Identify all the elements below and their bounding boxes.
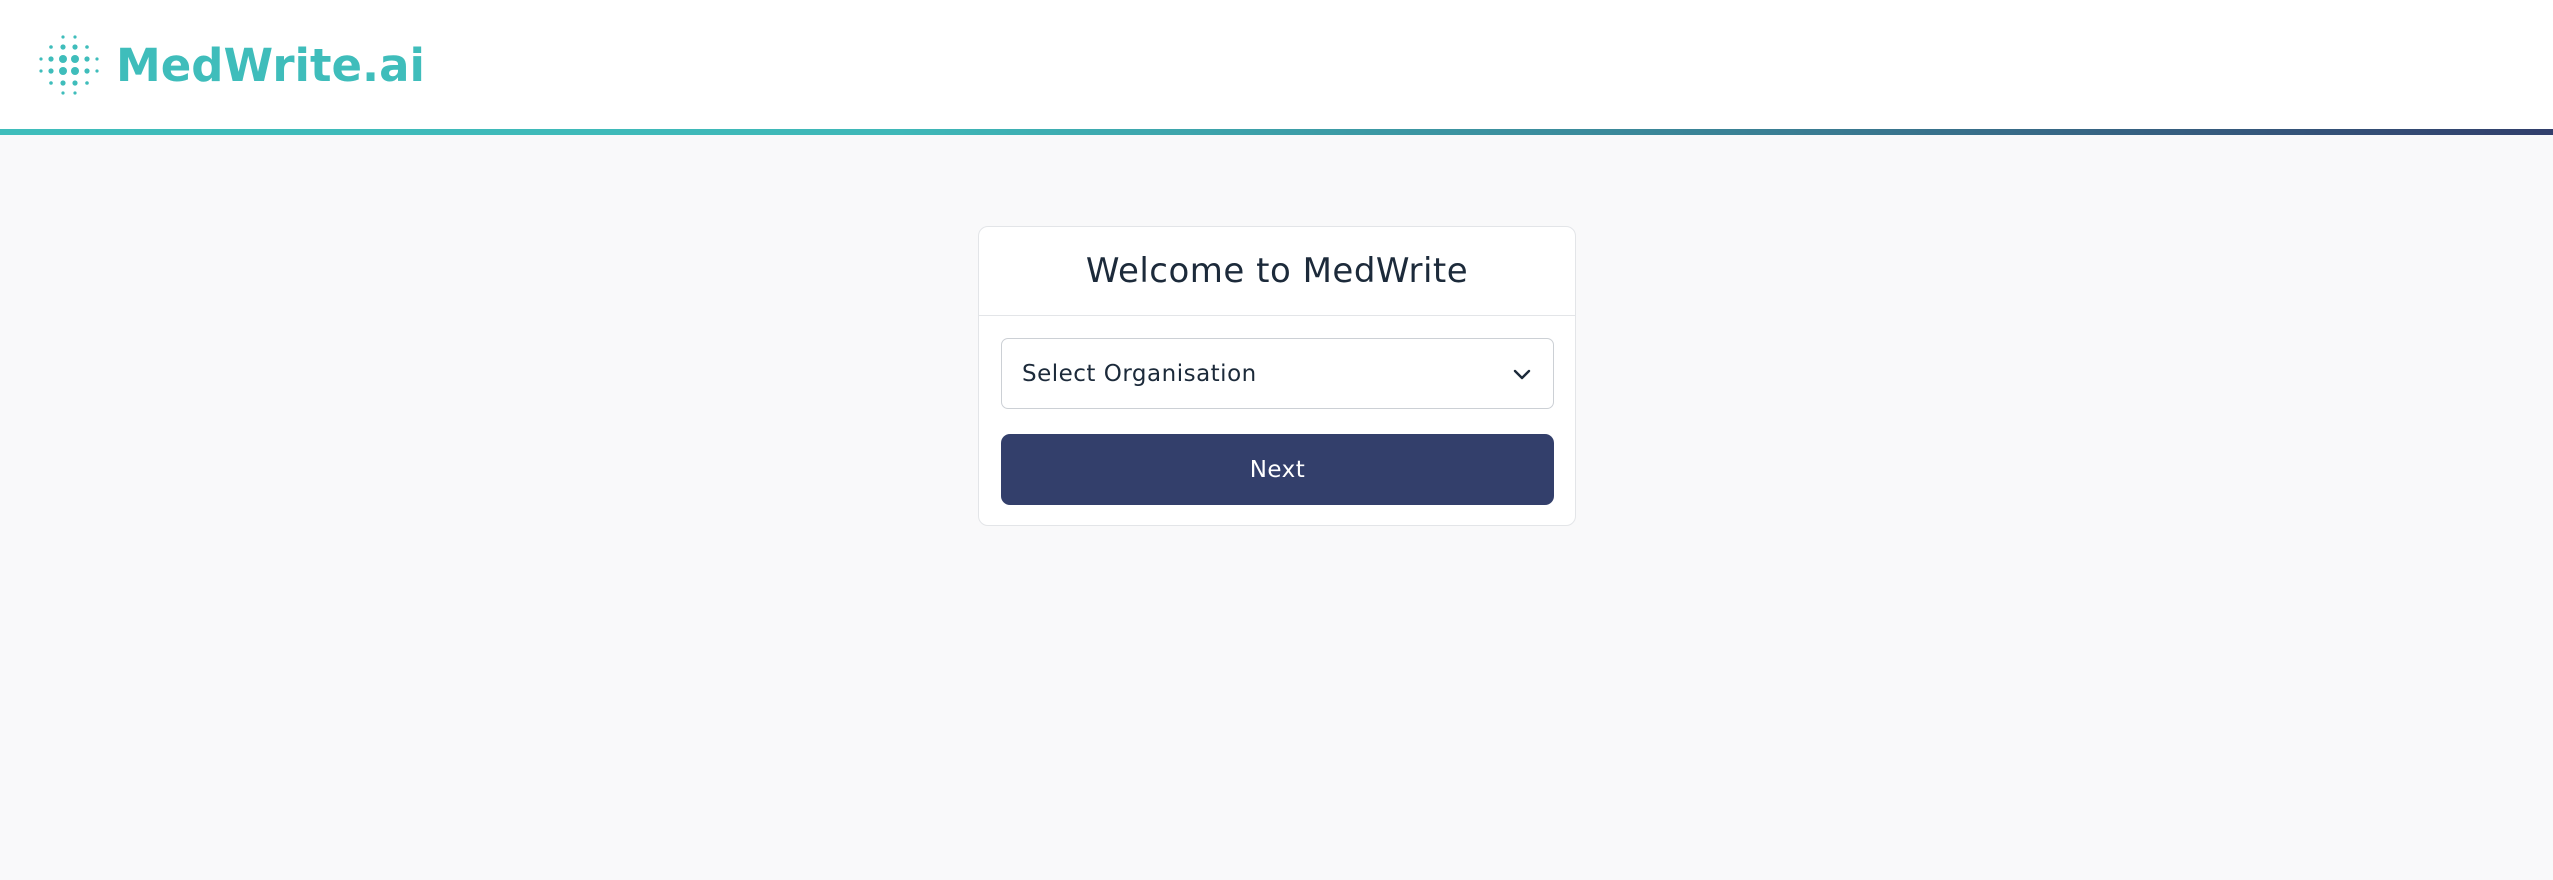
organisation-select-value: Select Organisation	[1022, 360, 1257, 387]
dotted-sphere-icon	[39, 35, 99, 95]
logo-text: MedWrite.ai	[116, 38, 425, 92]
chevron-down-icon	[1513, 369, 1531, 379]
page-title: Welcome to MedWrite	[1085, 251, 1469, 291]
app-header: MedWrite.ai	[0, 0, 2553, 129]
next-button[interactable]: Next	[1001, 434, 1554, 505]
welcome-card: Welcome to MedWrite Select Organisation …	[978, 226, 1576, 526]
card-header: Welcome to MedWrite	[979, 227, 1575, 316]
header-accent-bar	[0, 129, 2553, 135]
logo[interactable]: MedWrite.ai	[36, 30, 425, 100]
organisation-select[interactable]: Select Organisation	[1001, 338, 1554, 409]
